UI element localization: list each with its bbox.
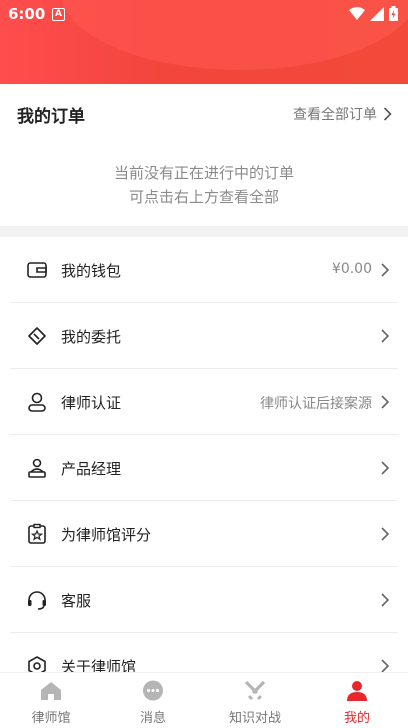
chevron-right-icon xyxy=(383,107,392,121)
headset-icon xyxy=(28,591,46,610)
menu-item-label: 产品经理 xyxy=(61,460,122,478)
tab-lawyer-hall[interactable]: 律师馆 xyxy=(0,673,102,728)
menu-item-lawyer-cert[interactable]: 律师认证 律师认证后接案源 xyxy=(10,369,398,435)
orders-empty-line1: 当前没有正在进行中的订单 xyxy=(113,164,294,182)
menu-list: 我的钱包 ¥0.00 我的委托 律师认证 律师认证后接案源 产品经理 为律师馆评… xyxy=(0,237,408,727)
chevron-right-icon xyxy=(381,461,390,475)
chevron-right-icon xyxy=(381,263,390,277)
status-icons xyxy=(349,6,398,21)
status-bar: 6:00 A xyxy=(0,0,408,30)
tab-label: 律师馆 xyxy=(31,711,71,726)
chevron-right-icon xyxy=(381,527,390,541)
notification-a-icon: A xyxy=(52,8,65,21)
bottom-tab-bar: 律师馆 消息 知识对战 我的 xyxy=(0,672,408,728)
orders-title: 我的订单 xyxy=(17,107,85,127)
tab-label: 我的 xyxy=(343,711,370,726)
swords-icon xyxy=(244,680,266,701)
menu-item-entrust[interactable]: 我的委托 xyxy=(10,303,398,369)
lawyer-person-icon xyxy=(28,392,46,412)
menu-item-label: 客服 xyxy=(61,592,92,610)
tab-label: 知识对战 xyxy=(228,711,281,726)
tab-mine[interactable]: 我的 xyxy=(306,673,408,728)
tab-label: 消息 xyxy=(139,711,166,726)
view-all-orders-label: 查看全部订单 xyxy=(293,107,377,123)
chevron-right-icon xyxy=(381,395,390,409)
menu-item-rate[interactable]: 为律师馆评分 xyxy=(10,501,398,567)
battery-icon xyxy=(389,6,398,21)
status-time: 6:00 xyxy=(8,5,46,23)
rate-clipboard-icon xyxy=(28,523,46,544)
menu-item-label: 为律师馆评分 xyxy=(61,526,152,544)
orders-empty-line2: 可点击右上方查看全部 xyxy=(128,188,279,206)
menu-item-label: 我的钱包 xyxy=(61,262,122,280)
menu-item-label: 律师认证 xyxy=(61,394,122,412)
wallet-icon xyxy=(27,262,47,278)
chevron-right-icon xyxy=(381,593,390,607)
menu-item-customer-service[interactable]: 客服 xyxy=(10,567,398,633)
home-icon xyxy=(41,682,61,700)
wallet-balance: ¥0.00 xyxy=(331,261,372,277)
tab-messages[interactable]: 消息 xyxy=(102,673,204,728)
user-icon xyxy=(347,681,367,701)
menu-item-product-manager[interactable]: 产品经理 xyxy=(10,435,398,501)
orders-card: 我的订单 查看全部订单 当前没有正在进行中的订单 可点击右上方查看全部 xyxy=(0,84,408,226)
menu-item-label: 我的委托 xyxy=(61,328,122,346)
menu-item-wallet[interactable]: 我的钱包 ¥0.00 xyxy=(10,237,398,303)
wifi-icon xyxy=(349,6,365,20)
chat-icon xyxy=(143,680,163,701)
signal-icon xyxy=(370,6,384,21)
chevron-right-icon xyxy=(381,329,390,343)
entrust-tag-icon xyxy=(28,327,46,345)
product-manager-icon xyxy=(28,458,46,478)
lawyer-cert-hint: 律师认证后接案源 xyxy=(260,396,372,412)
tab-knowledge-battle[interactable]: 知识对战 xyxy=(204,673,306,728)
view-all-orders-link[interactable]: 查看全部订单 xyxy=(293,104,392,124)
